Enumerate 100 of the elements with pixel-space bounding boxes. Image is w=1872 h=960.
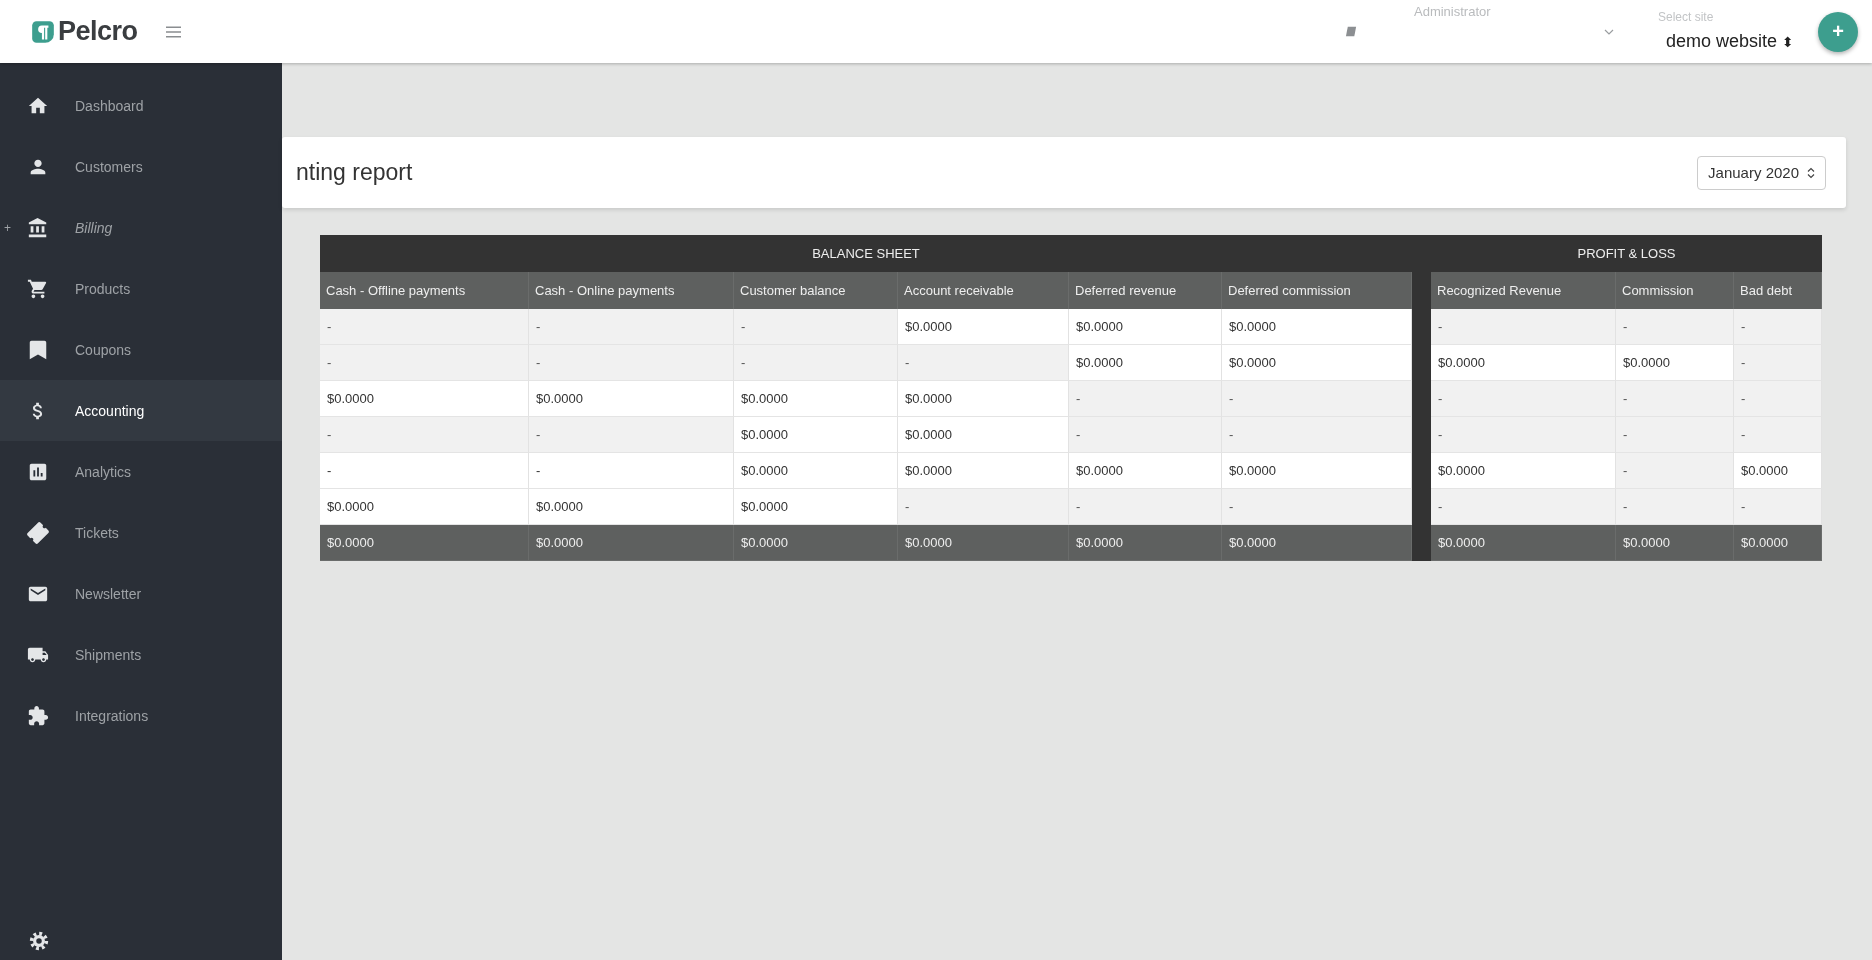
report-title: nting report [296,159,413,186]
table-cell: $0.0000 [1734,453,1822,489]
table-cell: $0.0000 [1069,309,1222,345]
sidebar-item[interactable]: Dashboard [0,75,282,136]
table-cell: $0.0000 [734,453,898,489]
table-cell: - [529,417,734,453]
table-cell: - [1431,417,1616,453]
table-cell: - [1431,381,1616,417]
column-header: Recognized Revenue [1431,272,1616,309]
table-cell: - [1616,309,1734,345]
total-cell: $0.0000 [320,525,529,561]
total-cell: $0.0000 [1734,525,1822,561]
column-header: Cash - Online payments [529,272,734,309]
table-cell: $0.0000 [320,381,529,417]
puzzle-icon [27,704,49,727]
table-cell: - [734,309,898,345]
sidebar-item[interactable]: Customers [0,136,282,197]
column-header: Customer balance [734,272,898,309]
table-cell: - [320,453,529,489]
table-cell: - [1431,489,1616,525]
total-cell: $0.0000 [1616,525,1734,561]
table-cell: - [1222,489,1412,525]
table-cell: - [1734,345,1822,381]
sidebar-item[interactable]: Analytics [0,441,282,502]
table-cell: - [898,345,1069,381]
table-cell: $0.0000 [898,381,1069,417]
column-header: Deferred revenue [1069,272,1222,309]
table-cell: $0.0000 [529,381,734,417]
table-cell: - [1222,381,1412,417]
settings-icon[interactable] [28,930,50,952]
site-select[interactable]: Select site demo website ⬍ [1658,10,1798,52]
total-cell: $0.0000 [1431,525,1616,561]
total-cell: $0.0000 [529,525,734,561]
column-header: Account receivable [898,272,1069,309]
column-header: Deferred commission [1222,272,1412,309]
add-button[interactable]: + [1818,11,1858,52]
bookmark-icon [27,338,49,361]
table-cell: $0.0000 [1222,345,1412,381]
table-cell: - [898,489,1069,525]
sidebar-item[interactable]: Tickets [0,502,282,563]
sidebar-item[interactable]: Products [0,258,282,319]
table-cell: - [529,453,734,489]
table-cell: - [1616,381,1734,417]
total-cell: $0.0000 [1069,525,1222,561]
column-header: Commission [1616,272,1734,309]
column-header: Bad debt [1734,272,1822,309]
section-header: BALANCE SHEET [320,235,1412,272]
period-select[interactable]: January 2020 [1697,155,1826,190]
table-cell: $0.0000 [1431,453,1616,489]
table-cell: $0.0000 [1222,453,1412,489]
table-cell: - [1616,489,1734,525]
table-cell: - [320,417,529,453]
table-cell: - [529,345,734,381]
table-cell: - [1069,381,1222,417]
table-cell: $0.0000 [1222,309,1412,345]
table-cell: $0.0000 [734,489,898,525]
cart-icon [27,277,49,300]
table-cell: - [1616,417,1734,453]
table-cell: $0.0000 [529,489,734,525]
table-cell: - [734,345,898,381]
total-cell: $0.0000 [1222,525,1412,561]
user-role: Administrator [1414,4,1492,19]
sort-arrows-icon [1807,166,1815,179]
bank-icon [27,216,49,239]
column-header: Cash - Offline payments [320,272,529,309]
table-cell: - [1734,417,1822,453]
table-cell: $0.0000 [1069,345,1222,381]
total-cell: $0.0000 [898,525,1069,561]
table-cell: - [320,345,529,381]
table-cell: $0.0000 [1431,345,1616,381]
total-cell: $0.0000 [734,525,898,561]
sidebar-item[interactable]: Shipments [0,624,282,685]
table-cell: - [1431,309,1616,345]
table-cell: - [320,309,529,345]
table-cell: - [1734,381,1822,417]
table-cell: $0.0000 [898,417,1069,453]
table-cell: $0.0000 [898,309,1069,345]
table-cell: - [1734,309,1822,345]
table-cell: - [1616,453,1734,489]
chevron-down-icon[interactable] [1604,28,1614,35]
table-cell: $0.0000 [1069,453,1222,489]
table-cell: - [1222,417,1412,453]
table-cell: - [1069,417,1222,453]
sidebar-item[interactable]: Coupons [0,319,282,380]
brand-name: Pelcro [58,16,138,47]
table-cell: - [1069,489,1222,525]
table-cell: $0.0000 [734,417,898,453]
sidebar-item[interactable]: Newsletter [0,563,282,624]
sidebar-item[interactable]: + Billing [0,197,282,258]
table-cell: $0.0000 [734,381,898,417]
sidebar-item[interactable]: Accounting [0,380,282,441]
table-cell: $0.0000 [898,453,1069,489]
section-header: PROFIT & LOSS [1431,235,1822,272]
sidebar-item[interactable]: Integrations [0,685,282,746]
table-cell: - [1734,489,1822,525]
menu-icon[interactable] [165,25,181,38]
logo-icon [30,18,56,45]
table-cell: - [529,309,734,345]
table-cell: $0.0000 [320,489,529,525]
table-cell: $0.0000 [1616,345,1734,381]
